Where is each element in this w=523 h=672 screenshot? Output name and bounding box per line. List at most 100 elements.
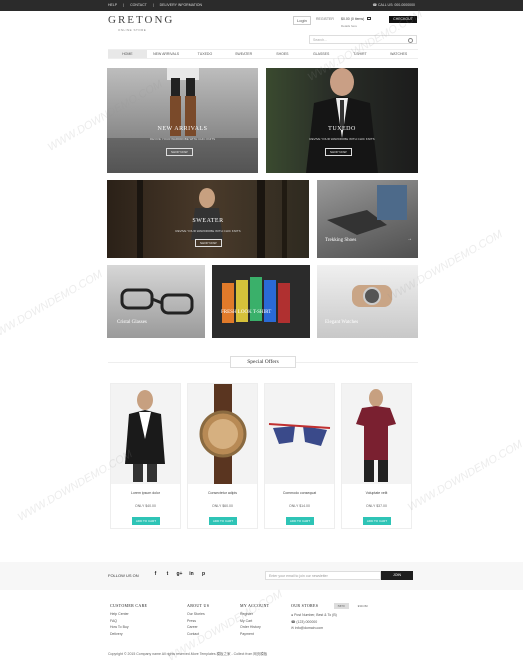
product-name[interactable]: Voluptate velit	[342, 491, 411, 495]
cart-summary[interactable]: $0.00 (0 items)	[341, 17, 372, 21]
top-bar: HELP | CONTACT | DELIVERY INFORMATION ☎ …	[0, 0, 523, 11]
tuxedo-figure	[306, 68, 378, 173]
product-card[interactable]: Lorem ipsum dolor ONLY $40.00 ADD TO CAR…	[110, 383, 181, 529]
nav-item-watches[interactable]: WATCHES	[379, 50, 418, 58]
banner-caption: Cristal Glasses	[117, 320, 147, 325]
arrow-right-icon[interactable]: →	[407, 237, 412, 242]
banner-fresh-look-tshirt[interactable]: FRESH LOOK T-SHIRT	[212, 265, 310, 338]
join-button[interactable]: JOIN	[381, 571, 413, 580]
follow-label: FOLLOW US ON	[108, 573, 139, 578]
footer-link[interactable]: Press	[187, 619, 209, 623]
logo[interactable]: GRETONG	[108, 14, 174, 26]
add-to-cart-button[interactable]: ADD TO CART	[132, 517, 160, 525]
shop-now-button[interactable]: SHOP NOW	[166, 148, 193, 156]
follow-bar: FOLLOW US ON f t g+ in p Enter your emai…	[0, 562, 523, 590]
footer-heading: ABOUT US	[187, 603, 210, 608]
product-card[interactable]: Consectetur adipis ONLY $60.00 ADD TO CA…	[187, 383, 258, 529]
footer-link[interactable]: Register	[240, 612, 269, 616]
product-image[interactable]	[188, 384, 257, 484]
store-email[interactable]: ✉ info@domain.com	[291, 626, 372, 630]
banner-subtitle: REVIVE YOUR WARDROBE WITH CHIC KNITS	[175, 229, 241, 233]
footer-customer-care: CUSTOMER CARE Help Center FAQ How To Buy…	[110, 603, 147, 638]
product-card[interactable]: Commodo consequat ONLY $14.00 ADD TO CAR…	[264, 383, 335, 529]
banner-caption: Trekking Shoes	[325, 238, 357, 243]
product-card[interactable]: Voluptate velit ONLY $37.00 ADD TO CART	[341, 383, 412, 529]
pinterest-icon[interactable]: p	[200, 571, 207, 578]
nav-item-home[interactable]: HOME	[108, 50, 147, 58]
banner-elegant-watches[interactable]: Elegant Watches	[317, 265, 418, 338]
store-phone: ☎ (123) 000000	[291, 619, 318, 624]
store-tab[interactable]: NEW	[333, 603, 350, 609]
register-link[interactable]: REGISTER	[316, 17, 334, 21]
top-links: HELP | CONTACT | DELIVERY INFORMATION	[108, 3, 202, 7]
instagram-icon[interactable]: in	[188, 571, 195, 578]
banner-tuxedo[interactable]: TUXEDO REVIVE YOUR WARDROBE WITH CHIC KN…	[266, 68, 418, 173]
product-name[interactable]: Lorem ipsum dolor	[111, 491, 180, 495]
banner-title: SWEATER	[192, 218, 224, 224]
boots-figure	[107, 68, 258, 173]
separator: |	[123, 3, 125, 7]
separator: |	[152, 3, 154, 7]
footer-link[interactable]: Delivery	[110, 632, 147, 636]
footer-my-account: MY ACCOUNT Register My Cart Order Histor…	[240, 603, 269, 638]
facebook-icon[interactable]: f	[152, 571, 159, 578]
nav-item-shoes[interactable]: SHOES	[263, 50, 302, 58]
watch-product-image	[199, 384, 247, 484]
checkout-button[interactable]: CHECKOUT	[389, 16, 417, 23]
shoe-image	[327, 185, 407, 235]
cart-details[interactable]: Details here	[341, 24, 357, 28]
shop-now-button[interactable]: SHOP NOW	[195, 239, 222, 247]
nav-item-tuxedo[interactable]: TUXEDO	[186, 50, 225, 58]
tagline: ONLINE STORE	[118, 28, 147, 32]
store-address: ● Post Number, Best & To (B)	[291, 613, 337, 617]
banner-subtitle: REVIVE YOUR WARDROBE WITH CHIC KNITS	[149, 137, 216, 141]
footer-link[interactable]: Help Center	[110, 612, 147, 616]
product-image[interactable]	[111, 384, 180, 484]
footer-link[interactable]: FAQ	[110, 619, 147, 623]
banner-sweater[interactable]: SWEATER REVIVE YOUR WARDROBE WITH CHIC K…	[107, 180, 309, 258]
delivery-link[interactable]: DELIVERY INFORMATION	[160, 3, 202, 7]
product-price: ONLY $37.00	[366, 504, 387, 508]
footer-link[interactable]: Our Stories	[187, 612, 209, 616]
help-link[interactable]: HELP	[108, 3, 117, 7]
nav-item-new-arrivals[interactable]: NEW ARRIVALS	[147, 50, 186, 58]
shop-now-button[interactable]: SHOP NOW	[325, 148, 352, 156]
add-to-cart-button[interactable]: ADD TO CART	[209, 517, 237, 525]
search-icon[interactable]	[408, 37, 413, 43]
banner-new-arrivals[interactable]: NEW ARRIVALS REVIVE YOUR WARDROBE WITH C…	[107, 68, 258, 173]
store-tab[interactable]: ROOM	[354, 603, 372, 609]
footer-about: ABOUT US Our Stories Press Career Contac…	[187, 603, 209, 638]
main-nav: HOME NEW ARRIVALS TUXEDO SWEATER SHOES G…	[108, 49, 418, 59]
banner-trekking-shoes[interactable]: Trekking Shoes →	[317, 180, 418, 258]
product-image[interactable]	[342, 384, 411, 484]
product-image[interactable]	[265, 384, 334, 484]
search-input[interactable]: Search...	[309, 35, 417, 44]
watch-image	[352, 285, 392, 307]
footer-link[interactable]: My Cart	[240, 619, 269, 623]
watermark: WWW.DOWNDEMO.COM	[0, 268, 105, 344]
banner-caption: FRESH LOOK T-SHIRT	[221, 310, 272, 315]
cart-total: $0.00 (0 items)	[341, 17, 365, 21]
google-plus-icon[interactable]: g+	[176, 571, 183, 578]
footer-link[interactable]: Payment	[240, 632, 269, 636]
banner-cristal-glasses[interactable]: Cristal Glasses	[107, 265, 205, 338]
nav-item-sweater[interactable]: SWEATER	[224, 50, 263, 58]
twitter-icon[interactable]: t	[164, 571, 171, 578]
banner-subtitle: REVIVE YOUR WARDROBE WITH CHIC KNITS	[309, 137, 375, 141]
special-offers-title: Special Offers	[230, 356, 296, 368]
footer-link[interactable]: Career	[187, 625, 209, 629]
footer-our-stores: OUR STORES NEW ROOM ● Post Number, Best …	[291, 603, 372, 633]
footer-link[interactable]: Contact	[187, 632, 209, 636]
login-button[interactable]: Login	[293, 16, 311, 25]
newsletter-email-input[interactable]: Enter your email to join our newsletter	[265, 571, 381, 580]
footer-link[interactable]: Order History	[240, 625, 269, 629]
add-to-cart-button[interactable]: ADD TO CART	[363, 517, 391, 525]
product-name[interactable]: Consectetur adipis	[188, 491, 257, 495]
footer-heading: OUR STORES NEW ROOM	[291, 603, 372, 609]
add-to-cart-button[interactable]: ADD TO CART	[286, 517, 314, 525]
footer-link[interactable]: How To Buy	[110, 625, 147, 629]
product-name[interactable]: Commodo consequat	[265, 491, 334, 495]
contact-link[interactable]: CONTACT	[130, 3, 147, 7]
nav-item-glasses[interactable]: GLASSES	[302, 50, 341, 58]
nav-item-tshirt[interactable]: T-SHIRT	[341, 50, 380, 58]
